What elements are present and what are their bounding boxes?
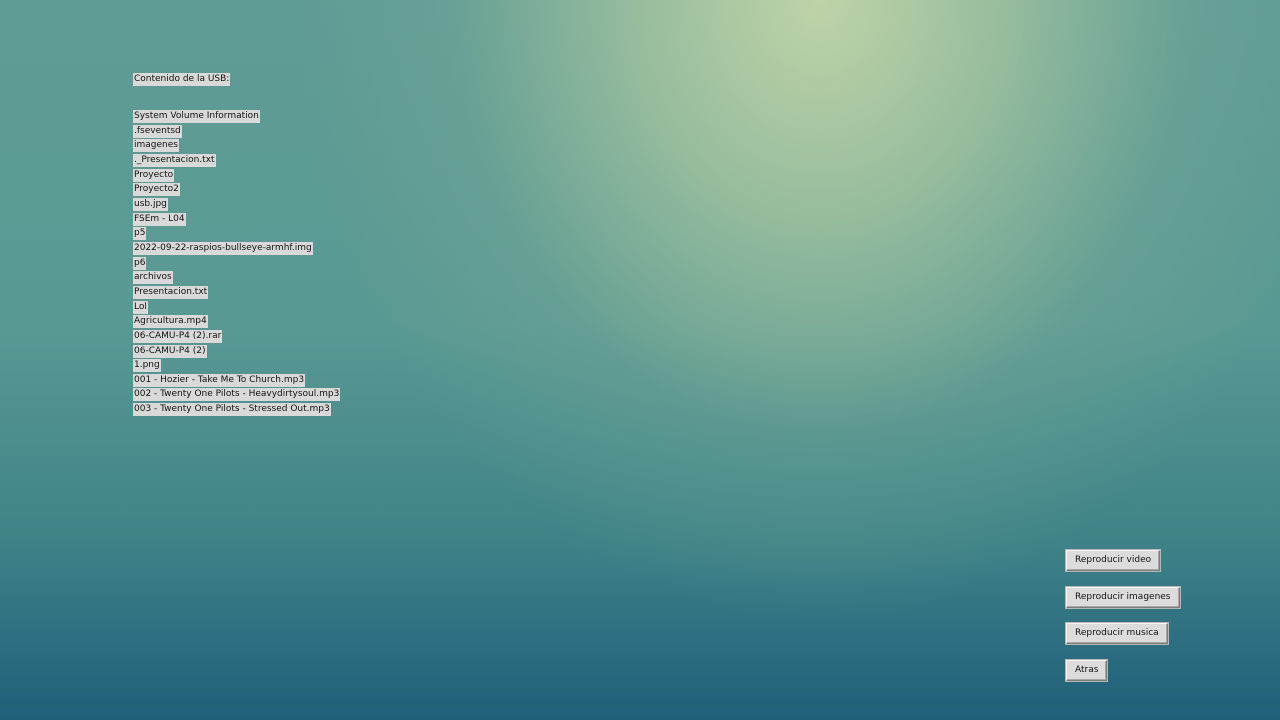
file-name: 001 - Hozier - Take Me To Church.mp3 (133, 373, 306, 387)
file-name: Proyecto2 (133, 183, 180, 197)
play-music-button[interactable]: Reproducir musica (1066, 623, 1168, 644)
file-name: 06-CAMU-P4 (2) (133, 344, 207, 358)
file-list-item: ._Presentacion.txt (133, 153, 340, 169)
file-name: 003 - Twenty One Pilots - Stressed Out.m… (133, 403, 331, 417)
file-list-item: 002 - Twenty One Pilots - Heavydirtysoul… (133, 388, 341, 403)
file-name: Presentacion.txt (133, 285, 209, 299)
desktop-background: Contenido de la USB: System Volume Infor… (0, 0, 1280, 720)
file-list-item: Lol (133, 300, 340, 316)
file-list-item: System Volume Information (133, 110, 340, 125)
file-list-item: 1.png (133, 359, 340, 374)
file-name: FSEm - L04 (133, 212, 186, 226)
file-list-item: p5 (133, 227, 340, 242)
file-list-item: Proyecto (133, 168, 340, 184)
back-button[interactable]: Atras (1066, 660, 1108, 681)
file-name: 06-CAMU-P4 (2).rar (133, 329, 223, 343)
file-name: System Volume Information (133, 110, 260, 123)
file-list-item: imagenes (133, 139, 340, 154)
file-list-item: archivos (133, 271, 340, 286)
file-list-item: Presentacion.txt (133, 285, 340, 301)
file-name: archivos (133, 271, 173, 285)
file-name: 2022-09-22-raspios-bullseye-armhf.img (133, 241, 313, 255)
file-list-item: 001 - Hozier - Take Me To Church.mp3 (133, 373, 340, 389)
file-name: p6 (133, 256, 147, 270)
play-images-button[interactable]: Reproducir imagenes (1066, 587, 1180, 608)
file-list-item: FSEm - L04 (133, 212, 340, 228)
file-name: Lol (133, 300, 148, 314)
file-name: 1.png (133, 359, 161, 373)
file-name: imagenes (133, 139, 179, 153)
file-name: usb.jpg (133, 197, 168, 211)
file-name: Agricultura.mp4 (133, 315, 208, 329)
file-name: .fseventsd (133, 124, 182, 138)
file-name: ._Presentacion.txt (133, 153, 216, 167)
file-list-item: 003 - Twenty One Pilots - Stressed Out.m… (133, 403, 340, 418)
file-list-item: Proyecto2 (133, 183, 340, 198)
file-name: p5 (133, 227, 147, 241)
usb-file-list: System Volume Information .fseventsd ima… (133, 110, 341, 418)
file-list-item: 2022-09-22-raspios-bullseye-armhf.img (133, 241, 340, 257)
file-list-item: .fseventsd (133, 124, 340, 140)
file-list-item: 06-CAMU-P4 (2) (133, 344, 340, 360)
file-name: Proyecto (133, 168, 175, 182)
play-video-button[interactable]: Reproducir video (1066, 550, 1161, 571)
file-list-item: usb.jpg (133, 197, 340, 213)
file-list-item: 06-CAMU-P4 (2).rar (133, 329, 340, 345)
file-name: 002 - Twenty One Pilots - Heavydirtysoul… (133, 388, 341, 402)
file-list-item: p6 (133, 256, 340, 272)
file-list-item: Agricultura.mp4 (133, 315, 340, 330)
usb-contents-heading: Contenido de la USB: (133, 73, 231, 86)
